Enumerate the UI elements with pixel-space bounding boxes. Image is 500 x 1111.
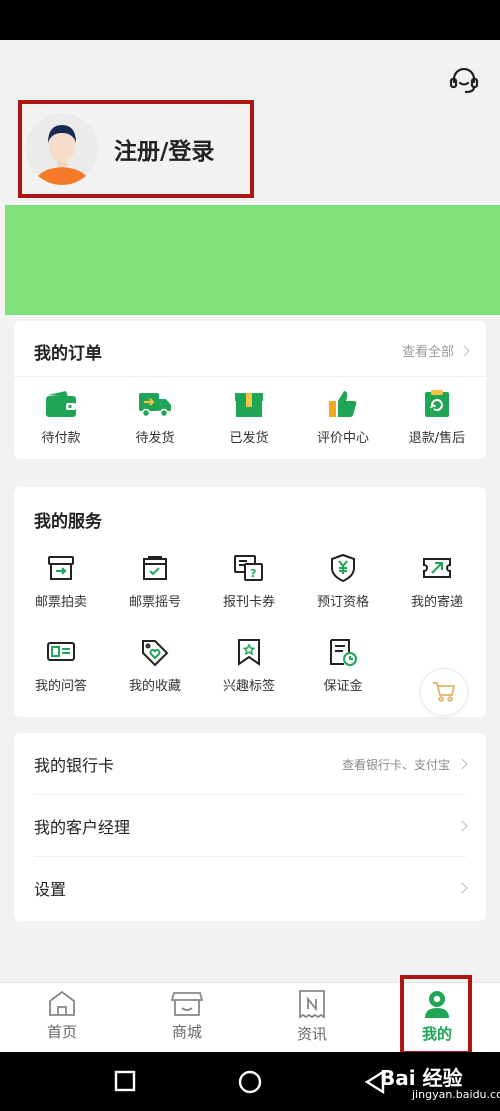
qa-card-icon (47, 642, 75, 661)
auction-box-icon (48, 556, 74, 580)
service-my-favorites[interactable]: 我的收藏 (108, 637, 202, 694)
tab-label: 商城 (171, 1023, 202, 1041)
refund-icon (425, 390, 449, 417)
service-newspaper-coupon[interactable]: ? 报刊卡券 (202, 553, 296, 610)
row-arrow-wrap (456, 820, 468, 832)
home-icon (49, 990, 75, 1016)
thumbs-up-icon (329, 391, 357, 417)
view-all-orders-link[interactable]: 查看全部 (401, 341, 470, 360)
chevron-right-icon (456, 820, 468, 832)
service-my-qa[interactable]: 我的问答 (14, 637, 108, 694)
orders-card: 我的订单 查看全部 待付款 待发货 已发货 评价中心 退款/售后 (14, 321, 486, 459)
bank-card-hint-wrap: 查看银行卡、支付宝 (341, 756, 468, 773)
cart-icon (433, 682, 456, 702)
services-title: 我的服务 (34, 512, 102, 532)
service-label: 邮票摇号 (128, 595, 181, 610)
headset-icon[interactable] (448, 64, 480, 96)
account-manager-row[interactable]: 我的客户经理 (34, 795, 468, 857)
service-label: 报刊卡券 (222, 595, 275, 610)
row-arrow-wrap (456, 882, 468, 894)
account-manager-label: 我的客户经理 (34, 818, 131, 837)
order-pending-shipment[interactable]: 待发货 (108, 389, 202, 446)
order-refund[interactable]: 退款/售后 (390, 389, 484, 446)
bookmark-star-icon (238, 639, 260, 666)
lottery-box-icon (143, 556, 167, 580)
order-review-center[interactable]: 评价中心 (296, 389, 390, 446)
service-label: 我的寄递 (410, 595, 463, 610)
truck-icon (139, 393, 171, 418)
watermark-url: jingyan.baidu.com (412, 1088, 500, 1101)
service-stamp-auction[interactable]: 邮票拍卖 (14, 553, 108, 610)
svg-text:?: ? (250, 567, 256, 580)
home-circle-icon[interactable] (238, 1070, 262, 1094)
tab-shop[interactable]: 商城 (132, 989, 242, 1042)
bank-card-row[interactable]: 我的银行卡 查看银行卡、支付宝 (34, 733, 468, 795)
order-label: 退款/售后 (408, 431, 466, 446)
floating-cart-button[interactable] (420, 668, 468, 716)
service-stamp-lottery[interactable]: 邮票摇号 (108, 553, 202, 610)
bank-card-hint: 查看银行卡、支付宝 (341, 757, 450, 772)
coupon-icon: ? (234, 555, 263, 581)
service-label: 我的问答 (34, 679, 87, 694)
tab-label: 资讯 (296, 1025, 327, 1043)
highlight-frame (400, 975, 472, 1055)
status-bar (0, 0, 500, 40)
tab-news[interactable]: 资讯 (257, 989, 367, 1044)
recent-apps-icon[interactable] (114, 1070, 136, 1092)
service-label: 我的收藏 (128, 679, 181, 694)
shield-yen-icon (331, 553, 355, 583)
watermark-logo: Bai 经验 (380, 1066, 463, 1090)
chevron-right-icon (458, 344, 470, 357)
shop-icon (171, 992, 203, 1016)
delivery-icon (423, 558, 451, 578)
service-label: 保证金 (323, 679, 363, 694)
service-interest-tags[interactable]: 兴趣标签 (202, 637, 296, 694)
services-card: 我的服务 邮票拍卖 邮票摇号 ? 报刊卡券 预订资格 我的寄递 我的问答 我的收… (14, 487, 486, 717)
service-reservation[interactable]: 预订资格 (296, 553, 390, 610)
order-label: 已发货 (229, 431, 269, 446)
settings-label: 设置 (34, 880, 67, 899)
settings-list-card: 我的银行卡 查看银行卡、支付宝 我的客户经理 设置 (14, 733, 486, 921)
promo-banner[interactable] (5, 205, 500, 315)
order-label: 待付款 (41, 431, 81, 446)
deposit-doc-icon (330, 639, 357, 666)
orders-title: 我的订单 (34, 344, 102, 364)
order-label: 待发货 (135, 431, 175, 446)
heart-tag-icon (142, 640, 169, 667)
service-label: 邮票拍卖 (34, 595, 87, 610)
chevron-right-icon (456, 758, 468, 770)
avatar (26, 113, 98, 185)
news-icon (299, 990, 325, 1019)
package-icon (235, 393, 263, 417)
login-label[interactable]: 注册/登录 (114, 132, 214, 166)
divider (14, 376, 486, 377)
chevron-right-icon (456, 882, 468, 894)
service-deposit[interactable]: 保证金 (296, 637, 390, 694)
order-label: 评价中心 (316, 431, 369, 446)
tab-home[interactable]: 首页 (7, 989, 117, 1042)
service-my-delivery[interactable]: 我的寄递 (390, 553, 484, 610)
tab-label: 首页 (46, 1023, 77, 1041)
service-label: 预订资格 (316, 595, 369, 610)
bank-card-label: 我的银行卡 (34, 756, 115, 775)
order-shipped[interactable]: 已发货 (202, 389, 296, 446)
order-pending-payment[interactable]: 待付款 (14, 389, 108, 446)
login-area[interactable]: 注册/登录 (18, 100, 254, 198)
service-label: 兴趣标签 (222, 679, 275, 694)
wallet-icon (46, 391, 76, 417)
view-all-label: 查看全部 (401, 345, 454, 360)
settings-row[interactable]: 设置 (34, 857, 468, 919)
